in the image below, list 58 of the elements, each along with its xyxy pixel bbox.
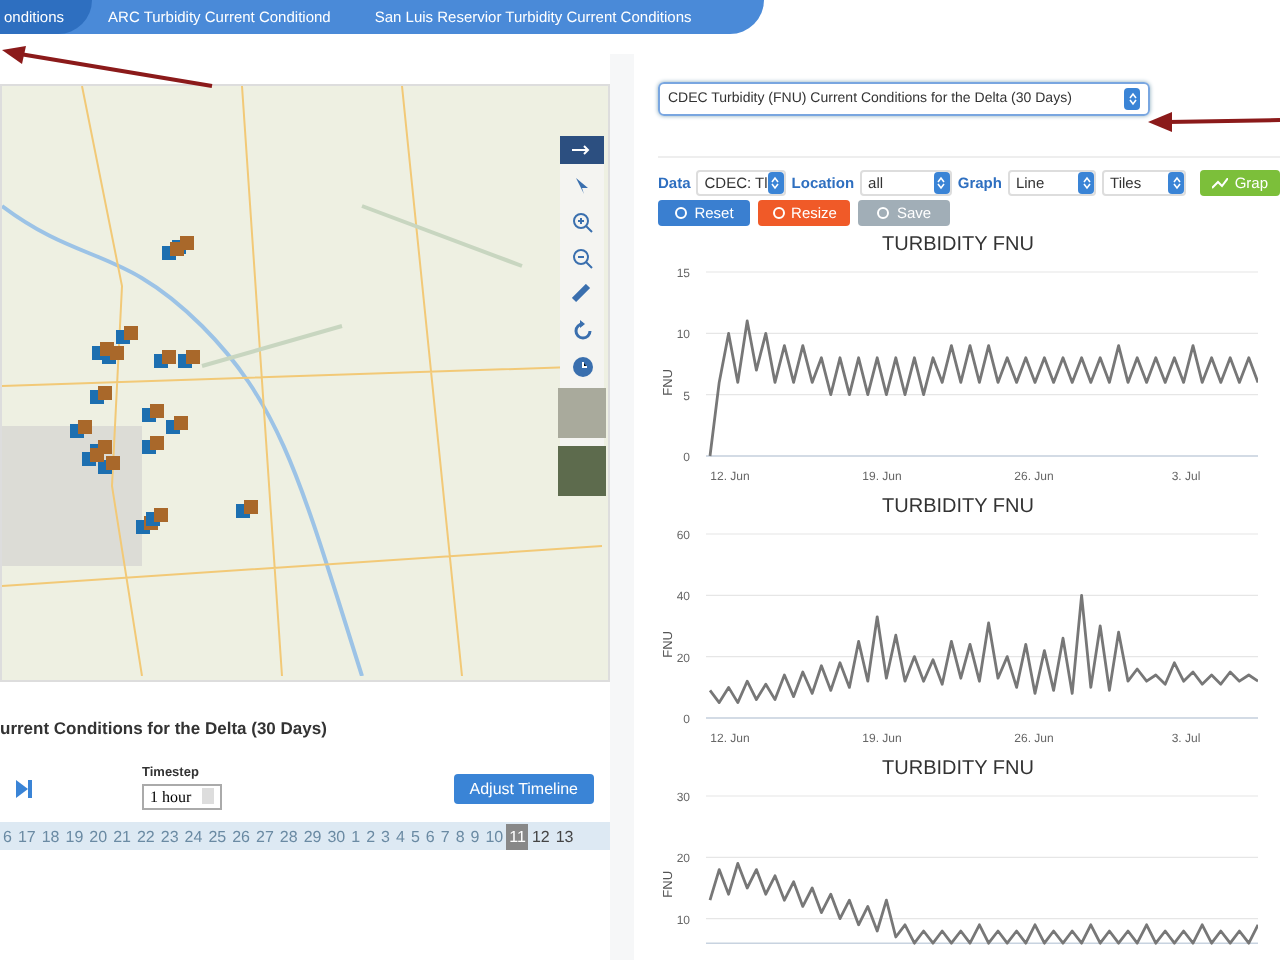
timeline-step[interactable]: 9 [467,823,483,849]
timestep-select[interactable]: 1 hour [142,784,222,810]
station-marker-icon[interactable] [92,342,114,362]
timeline-step[interactable]: 2 [363,823,379,849]
timeline-step[interactable]: 3 [378,823,393,849]
timeline-step[interactable]: 27 [253,823,277,849]
station-marker-icon[interactable] [82,448,104,468]
station-marker-icon[interactable] [154,350,176,370]
timeline-step[interactable]: 4 [393,823,408,849]
timeline-step[interactable]: 19 [62,823,87,849]
timeline-step[interactable]: 24 [181,823,206,849]
timeline-step[interactable]: 1 [348,823,364,849]
timeline-step[interactable]: 20 [86,823,111,849]
map-title: urrent Conditions for the Delta (30 Days) [0,718,329,738]
timeline-step[interactable]: 13 [552,823,577,849]
timeline-step[interactable]: 22 [133,823,158,849]
station-marker-icon[interactable] [98,456,120,476]
station-marker-icon[interactable] [70,420,92,440]
chart-title: TURBIDITY FNU [880,496,1036,518]
timeline-step[interactable]: 21 [110,823,134,849]
chart-title: TURBIDITY FNU [880,758,1036,780]
station-marker-icon[interactable] [178,350,200,370]
timeline-step[interactable]: 25 [205,823,230,849]
select-arrows-icon [1168,172,1185,194]
select-arrows-icon [767,172,784,194]
timeline-step[interactable]: 6 [422,823,438,849]
timeline-step[interactable]: 11 [506,823,529,849]
station-marker-icon[interactable] [236,500,258,520]
station-marker-icon[interactable] [116,326,138,346]
timeline-step[interactable]: 6 [0,823,15,849]
station-marker-icon[interactable] [166,416,188,436]
station-marker-icon[interactable] [162,242,184,262]
timeline-step[interactable]: 29 [300,823,325,849]
line-chart-icon [1212,177,1229,189]
station-marker-icon[interactable] [142,436,164,456]
timeline-step[interactable]: 7 [437,823,453,849]
station-marker-icon[interactable] [146,508,168,528]
station-marker-icon[interactable] [90,386,112,406]
timeline-step[interactable]: 12 [528,823,553,849]
timeline-step[interactable]: 30 [324,823,349,849]
select-arrows-icon [1078,172,1095,194]
timeline-step[interactable]: 23 [157,823,182,849]
timeline-step[interactable]: 28 [276,823,301,849]
station-marker-icon[interactable] [142,404,164,424]
timeline-step[interactable]: 17 [14,823,39,849]
basemap-thumbnail[interactable] [558,446,606,496]
basemap-thumbnail[interactable] [558,388,606,438]
adjust-timeline-button[interactable]: Adjust Timeline [453,773,594,803]
select-arrows-icon [933,172,950,194]
timeline-step[interactable]: 5 [407,823,423,849]
timeline-step[interactable]: 26 [229,823,254,849]
select-arrows-icon [1124,88,1140,110]
chart-title: TURBIDITY FNU [880,234,1036,256]
skip-end-icon[interactable] [16,779,32,797]
timeline-step[interactable]: 8 [452,823,468,849]
annotation-arrow [1148,110,1280,134]
timeline-step[interactable]: 18 [38,823,63,849]
timeline-step[interactable]: 10 [482,823,507,849]
